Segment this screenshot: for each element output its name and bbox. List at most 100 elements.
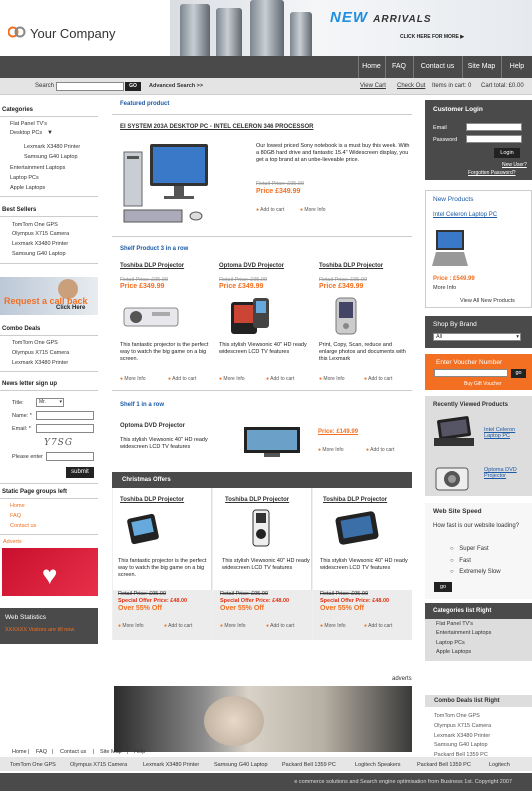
footer-product-link[interactable]: Olympus X715 Camera <box>70 762 127 768</box>
shelf3-add-to-cart[interactable]: ● Add to cart <box>364 376 392 382</box>
category-flat-panel[interactable]: Flat Panel TV's <box>10 121 47 127</box>
lcd-tv-image[interactable] <box>242 425 302 459</box>
category-apple[interactable]: Apple Laptops <box>10 185 45 191</box>
footer-link[interactable]: Contact us <box>60 749 86 755</box>
christmas-add-to-cart[interactable]: ● Add to cart <box>364 623 392 629</box>
title-select[interactable]: Mr. ▾ <box>36 398 64 407</box>
christmas-more-info[interactable]: ● More Info <box>320 623 346 629</box>
category-entertainment[interactable]: Entertainment Laptops <box>10 165 65 171</box>
captcha-field[interactable] <box>46 452 94 461</box>
right-combo-item[interactable]: TomTom One GPS <box>434 713 480 719</box>
shelf3-more-info[interactable]: ● More Info <box>319 376 345 382</box>
best-seller-item[interactable]: Lexmark X3480 Printer <box>12 241 68 247</box>
nav-help[interactable]: Help <box>501 56 532 78</box>
footer-product-link[interactable]: Packard Bell 1359 PC <box>282 762 336 768</box>
voucher-go-button[interactable]: go <box>511 369 526 378</box>
shelf3-title[interactable]: Toshiba DLP Projector <box>319 263 383 269</box>
recent-item-2[interactable]: Optoma DVD Projector <box>484 467 524 479</box>
right-category-item[interactable]: Apple Laptops <box>436 649 471 655</box>
footer-product-link[interactable]: Lexmark X3480 Printer <box>143 762 199 768</box>
laptop-image[interactable] <box>432 226 468 270</box>
shelf3-add-to-cart[interactable]: ● Add to cart <box>168 376 196 382</box>
valentine-advert[interactable]: ♥ <box>2 548 98 596</box>
tablet-device-image[interactable] <box>335 510 379 546</box>
shelf3-more-info[interactable]: ● More Info <box>120 376 146 382</box>
projector-image[interactable] <box>122 300 180 330</box>
media-player-image[interactable] <box>125 512 161 546</box>
shelf1-title[interactable]: Optoma DVD Projector <box>120 423 185 429</box>
static-link-faq[interactable]: FAQ <box>10 513 21 519</box>
view-cart-link[interactable]: View Cart <box>360 83 386 89</box>
christmas-title[interactable]: Toshiba DLP Projector <box>323 497 387 503</box>
nav-home[interactable]: Home <box>358 56 384 78</box>
media-player-image[interactable] <box>229 296 273 336</box>
chevron-down-icon[interactable]: ▼ <box>47 130 53 136</box>
new-product-more-info[interactable]: More Info <box>433 285 456 291</box>
login-password-field[interactable] <box>466 135 522 143</box>
footer-link[interactable]: Help <box>134 749 145 755</box>
poll-option[interactable]: ○ Extremely Slow <box>450 569 501 575</box>
static-link-home[interactable]: Home <box>10 503 25 509</box>
camera-image[interactable] <box>434 462 470 492</box>
footer-product-link[interactable]: Logitech <box>489 762 510 768</box>
featured-add-to-cart[interactable]: ● Add to cart <box>256 207 284 213</box>
buy-gift-voucher-link[interactable]: Buy Gift Voucher <box>464 381 502 387</box>
mp3-player-image[interactable] <box>250 508 272 550</box>
recent-item-1[interactable]: Intel Celeron Laptop PC <box>484 427 528 439</box>
right-combo-item[interactable]: Lexmark X3480 Printer <box>434 733 490 739</box>
forgotten-password-link[interactable]: Forgotten Password? <box>468 170 516 176</box>
poll-option[interactable]: ○ Super Fast <box>450 546 489 552</box>
category-lexmark[interactable]: Lexmark X3480 Printer <box>24 144 80 150</box>
search-input[interactable] <box>56 82 124 91</box>
brand-select[interactable]: All ▾ <box>433 333 521 341</box>
advanced-search-link[interactable]: Advanced Search >> <box>149 83 203 89</box>
desktop-pc-image[interactable] <box>120 140 212 226</box>
footer-link[interactable]: Site Map <box>100 749 122 755</box>
featured-more-info[interactable]: ● More Info <box>300 207 326 213</box>
nav-site-map[interactable]: Site Map <box>462 56 500 78</box>
baby-advert-banner[interactable] <box>114 686 412 752</box>
poll-go-button[interactable]: go <box>434 582 452 592</box>
footer-link[interactable]: Home <box>12 749 27 755</box>
shelf3-add-to-cart[interactable]: ● Add to cart <box>266 376 294 382</box>
poll-option[interactable]: ○ Fast <box>450 558 471 564</box>
footer-link[interactable]: FAQ <box>36 749 47 755</box>
login-email-field[interactable] <box>466 123 522 131</box>
login-button[interactable]: Login <box>494 148 520 158</box>
christmas-more-info[interactable]: ● More Info <box>118 623 144 629</box>
click-here-link[interactable]: Click Here <box>56 305 85 311</box>
nav-faq[interactable]: FAQ <box>385 56 412 78</box>
christmas-add-to-cart[interactable]: ● Add to cart <box>164 623 192 629</box>
category-laptop-pcs[interactable]: Laptop PCs <box>10 175 39 181</box>
footer-product-link[interactable]: Samsung G40 Laptop <box>214 762 268 768</box>
search-go-button[interactable]: GO <box>125 82 141 91</box>
company-logo-icon[interactable] <box>8 26 26 38</box>
christmas-title[interactable]: Toshiba DLP Projector <box>225 497 289 503</box>
featured-title[interactable]: EI SYSTEM 203A DESKTOP PC - INTEL CELERO… <box>120 124 314 130</box>
shelf1-add-to-cart[interactable]: ● Add to cart <box>366 447 394 453</box>
banner-click-more[interactable]: CLICK HERE FOR MORE ▶ <box>400 34 464 40</box>
combo-item[interactable]: Lexmark X3480 Printer <box>12 360 68 366</box>
christmas-more-info[interactable]: ● More Info <box>220 623 246 629</box>
shelf1-more-info[interactable]: ● More Info <box>318 447 344 453</box>
right-category-item[interactable]: Flat Panel TV's <box>436 621 473 627</box>
best-seller-item[interactable]: TomTom One GPS <box>12 222 58 228</box>
right-combo-item[interactable]: Olympus X715 Camera <box>434 723 491 729</box>
christmas-add-to-cart[interactable]: ● Add to cart <box>266 623 294 629</box>
right-combo-item[interactable]: Samsung G40 Laptop <box>434 742 488 748</box>
email-field[interactable] <box>36 424 94 433</box>
static-link-contact[interactable]: Contact us <box>10 523 36 529</box>
newsletter-submit-button[interactable]: submit <box>66 467 94 478</box>
right-category-item[interactable]: Entertainment Laptops <box>436 630 491 636</box>
name-field[interactable] <box>36 411 94 420</box>
right-category-item[interactable]: Laptop PCs <box>436 640 465 646</box>
company-name[interactable]: Your Company <box>30 26 116 41</box>
view-all-new-products[interactable]: View All New Products <box>460 298 515 304</box>
shelf3-title[interactable]: Toshiba DLP Projector <box>120 263 184 269</box>
new-product-name[interactable]: Intel Celeron Laptop PC <box>433 212 497 218</box>
category-desktop-pcs[interactable]: Desktop PCs <box>10 130 42 136</box>
combo-item[interactable]: TomTom One GPS <box>12 340 58 346</box>
laptop-image[interactable] <box>432 416 476 448</box>
new-user-link[interactable]: New User? <box>502 162 527 168</box>
combo-item[interactable]: Olympus X715 Camera <box>12 350 69 356</box>
